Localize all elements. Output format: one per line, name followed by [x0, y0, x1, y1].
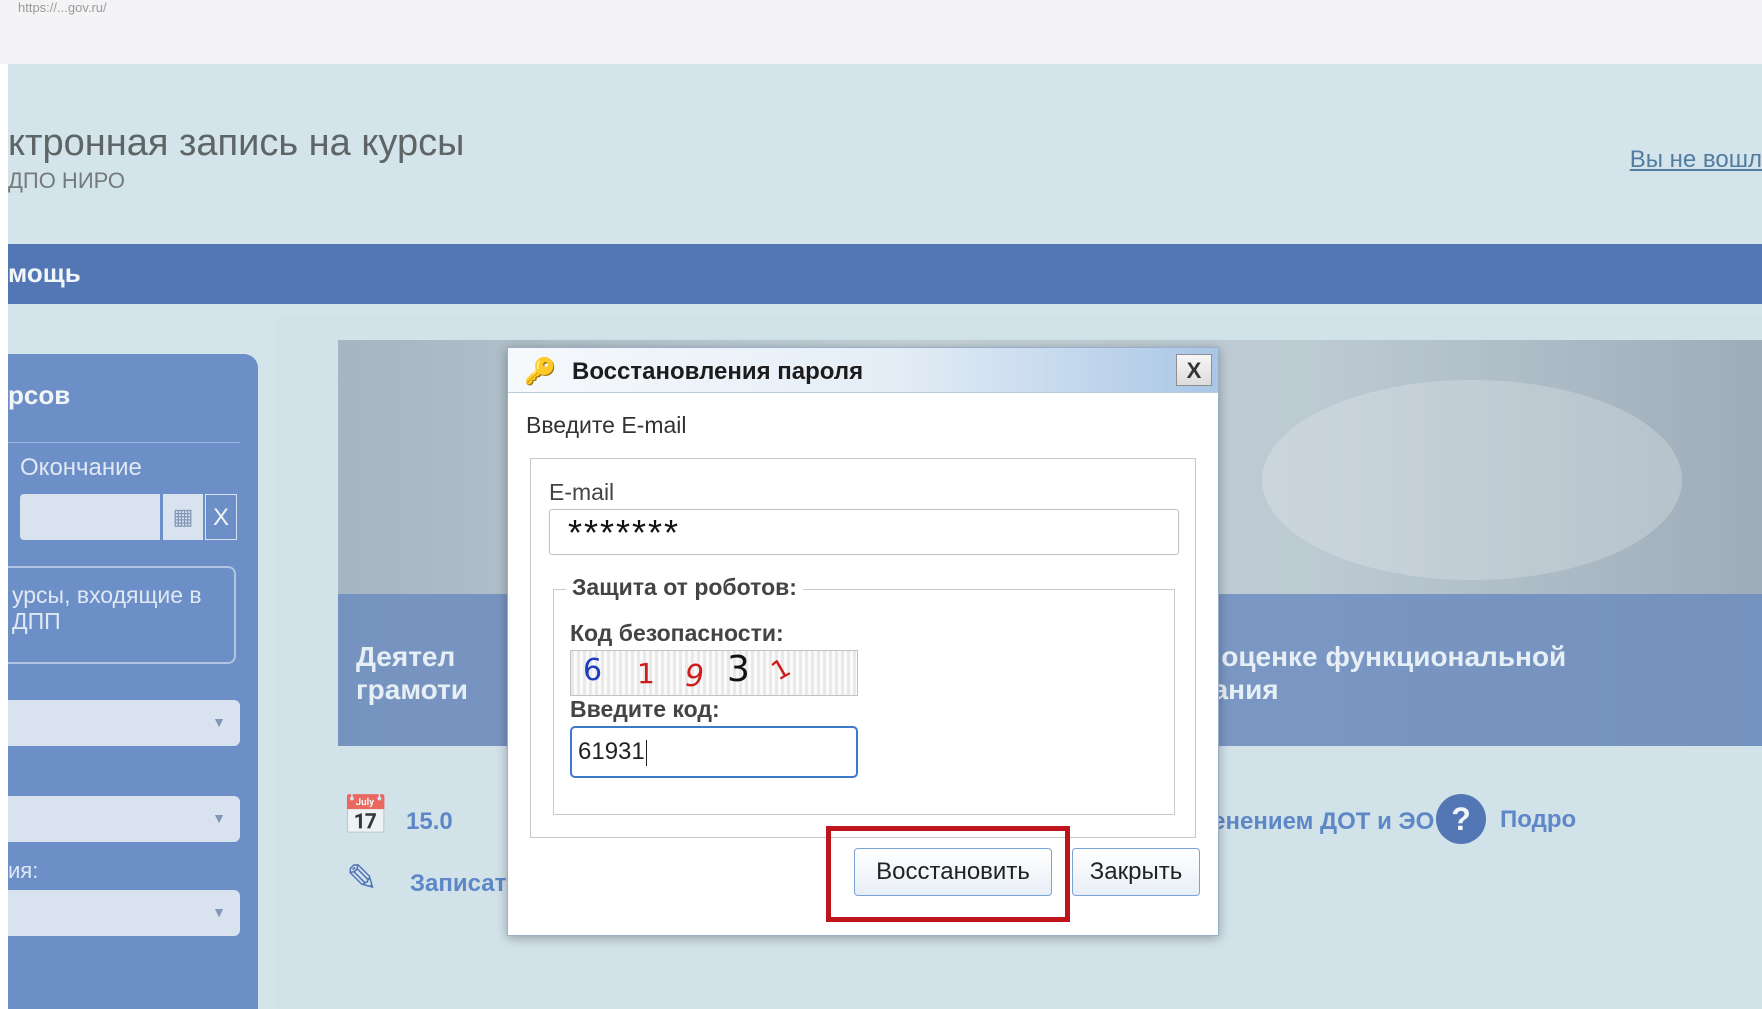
robot-protection-legend: Защита от роботов:: [566, 574, 803, 601]
captcha-char: 6: [583, 653, 603, 688]
robot-protection-group: Защита от роботов: Код безопасности: 6 1…: [553, 574, 1175, 815]
dialog-form-panel: E-mail ******* Защита от роботов: Код бе…: [530, 458, 1196, 838]
captcha-char: 1: [766, 652, 796, 688]
restore-button[interactable]: Восстановить: [854, 848, 1052, 896]
captcha-char: 1: [637, 657, 655, 690]
address-bar-url[interactable]: https://...gov.ru/: [18, 0, 107, 15]
email-field[interactable]: *******: [549, 509, 1179, 555]
close-icon[interactable]: X: [1176, 354, 1212, 386]
captcha-char: 9: [685, 659, 705, 694]
browser-toolbar: https://...gov.ru/: [0, 0, 1762, 64]
dialog-title: Восстановления пароля: [572, 358, 864, 385]
close-button[interactable]: Закрыть: [1072, 848, 1200, 896]
password-recovery-dialog: 🔑 Восстановления пароля X Введите E-mail…: [507, 347, 1219, 936]
key-icon: 🔑: [524, 356, 557, 386]
captcha-code-input[interactable]: 61931: [570, 726, 858, 778]
captcha-char: 3: [727, 650, 750, 690]
captcha-image: 6 1 9 3 1: [570, 650, 858, 696]
security-code-label: Код безопасности:: [570, 620, 784, 646]
dialog-prompt: Введите E-mail: [526, 412, 687, 438]
dialog-titlebar: 🔑 Восстановления пароля X: [508, 348, 1218, 393]
email-label: E-mail: [549, 479, 615, 505]
enter-code-label: Введите код:: [570, 696, 720, 722]
